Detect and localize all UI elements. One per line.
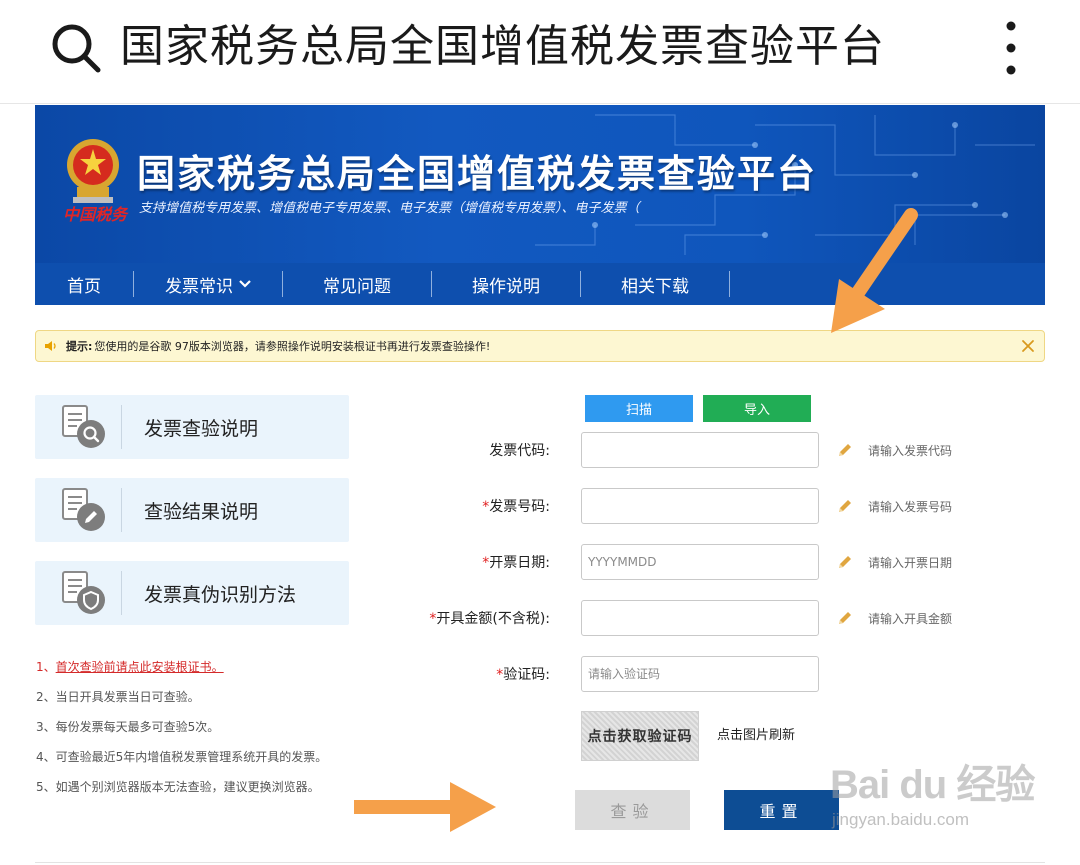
- platform-title: 国家税务总局全国增值税发票查验平台: [137, 152, 818, 196]
- nav-item-instructions[interactable]: 操作说明: [432, 263, 580, 305]
- invoice-number-input[interactable]: [581, 488, 819, 524]
- notice-label: 提示:: [66, 340, 93, 353]
- field-label-text: 验证码:: [503, 667, 550, 683]
- field-hint: 请输入开具金额: [868, 612, 953, 626]
- field-label-text: 开具金额(不含税):: [436, 611, 550, 627]
- field-hint: 请输入发票代码: [868, 444, 953, 458]
- annotation-arrow-right: [354, 782, 496, 832]
- field-label: 发票代码:: [489, 440, 550, 460]
- nav-item-label: 首页: [67, 276, 101, 297]
- tip-item: 3、每份发票每天最多可查验5次。: [36, 720, 220, 734]
- amount-input[interactable]: [581, 600, 819, 636]
- pencil-icon: [839, 444, 851, 456]
- install-certificate-link[interactable]: 首次查验前请点此安装根证书。: [56, 660, 224, 674]
- field-label: *验证码:: [496, 664, 550, 684]
- field-label-text: 开票日期:: [489, 555, 550, 571]
- captcha-image[interactable]: 点击获取验证码: [581, 711, 699, 761]
- search-query-text[interactable]: 国家税务总局全国增值税发票查验平台: [120, 16, 885, 78]
- nav-item-downloads[interactable]: 相关下载: [581, 263, 729, 305]
- captcha-input[interactable]: [581, 656, 819, 692]
- watermark-url: jingyan.baidu.com: [832, 810, 970, 829]
- card-invoice-check-guide[interactable]: 发票查验说明: [35, 395, 349, 459]
- document-search-icon: [62, 405, 105, 448]
- search-icon[interactable]: [50, 22, 102, 74]
- nav-item-label: 操作说明: [472, 276, 540, 297]
- pencil-icon: [839, 556, 851, 568]
- nav-item-label: 发票常识: [165, 276, 233, 297]
- field-hint: 请输入发票号码: [868, 500, 953, 514]
- scan-button[interactable]: 扫描: [585, 395, 693, 422]
- baidu-watermark: Bai du 经验 jingyan.baidu.com: [830, 752, 1035, 848]
- card-label: 发票查验说明: [144, 417, 259, 440]
- annotation-arrow-down-left: [831, 208, 918, 333]
- tips-list: 1、首次查验前请点此安装根证书。 2、当日开具发票当日可查验。 3、每份发票每天…: [36, 652, 396, 802]
- nav-item-label: 常见问题: [323, 276, 391, 297]
- nav-item-invoice-knowledge[interactable]: 发票常识: [134, 263, 282, 305]
- form-row-invoice-code: 发票代码: 请输入发票代码: [380, 432, 980, 468]
- pencil-icon: [839, 612, 851, 624]
- notice-text: 您使用的是谷歌 97版本浏览器，请参照操作说明安装根证书再进行发票查验操作!: [94, 340, 491, 353]
- field-label: *开票日期:: [482, 552, 550, 572]
- field-label: *开具金额(不含税):: [429, 608, 550, 628]
- tip-prefix: 1、: [36, 660, 56, 674]
- invoice-code-input[interactable]: [581, 432, 819, 468]
- captcha-refresh-hint[interactable]: 点击图片刷新: [717, 724, 795, 743]
- form-row-issue-date: *开票日期: 请输入开票日期: [380, 544, 980, 580]
- nav-item-label: 相关下载: [621, 276, 689, 297]
- document-shield-icon: [62, 571, 105, 614]
- card-label: 查验结果说明: [144, 500, 259, 523]
- card-label: 发票真伪识别方法: [144, 583, 297, 606]
- browser-search-bar[interactable]: 国家税务总局全国增值税发票查验平台: [0, 0, 1080, 104]
- chevron-down-icon: [239, 280, 251, 288]
- platform-subtitle: 支持增值税专用发票、增值税电子专用发票、电子发票（增值税专用发票）、电子发票（: [139, 201, 640, 216]
- check-button[interactable]: 查验: [575, 790, 690, 830]
- page-divider: [35, 862, 1045, 863]
- card-divider: [121, 488, 122, 532]
- field-hint: 请输入开票日期: [868, 556, 953, 570]
- card-divider: [121, 571, 122, 615]
- form-row-invoice-number: *发票号码: 请输入发票号码: [380, 488, 980, 524]
- tip-item: 1、首次查验前请点此安装根证书。: [36, 652, 396, 682]
- field-label-text: 发票号码:: [489, 499, 550, 515]
- card-check-result-guide[interactable]: 查验结果说明: [35, 478, 349, 542]
- nav-divider: [729, 271, 730, 297]
- nav-item-faq[interactable]: 常见问题: [283, 263, 431, 305]
- tip-item: 4、可查验最近5年内增值税发票管理系统开具的发票。: [36, 750, 328, 764]
- nav-item-home[interactable]: 首页: [35, 263, 133, 305]
- brand-mark-logo: 中国税务: [63, 205, 128, 224]
- form-row-amount: *开具金额(不含税): 请输入开具金额: [380, 600, 980, 636]
- pencil-icon: [839, 500, 851, 512]
- document-edit-icon: [62, 488, 105, 531]
- speaker-icon: [45, 341, 56, 351]
- issue-date-input[interactable]: [581, 544, 819, 580]
- watermark-logo: Bai du 经验: [830, 763, 1035, 807]
- field-label-text: 发票代码:: [489, 443, 550, 459]
- form-row-captcha: *验证码:: [380, 656, 980, 692]
- close-icon[interactable]: [1020, 338, 1036, 354]
- card-divider: [121, 405, 122, 449]
- field-label: *发票号码:: [482, 496, 550, 516]
- tip-item: 5、如遇个别浏览器版本无法查验，建议更换浏览器。: [36, 780, 320, 794]
- reset-button[interactable]: 重置: [724, 790, 839, 830]
- tip-item: 2、当日开具发票当日可查验。: [36, 690, 200, 704]
- captcha-text: 点击获取验证码: [587, 729, 693, 745]
- import-button[interactable]: 导入: [703, 395, 811, 422]
- card-authenticity-guide[interactable]: 发票真伪识别方法: [35, 561, 349, 625]
- more-vertical-icon[interactable]: [996, 18, 1026, 78]
